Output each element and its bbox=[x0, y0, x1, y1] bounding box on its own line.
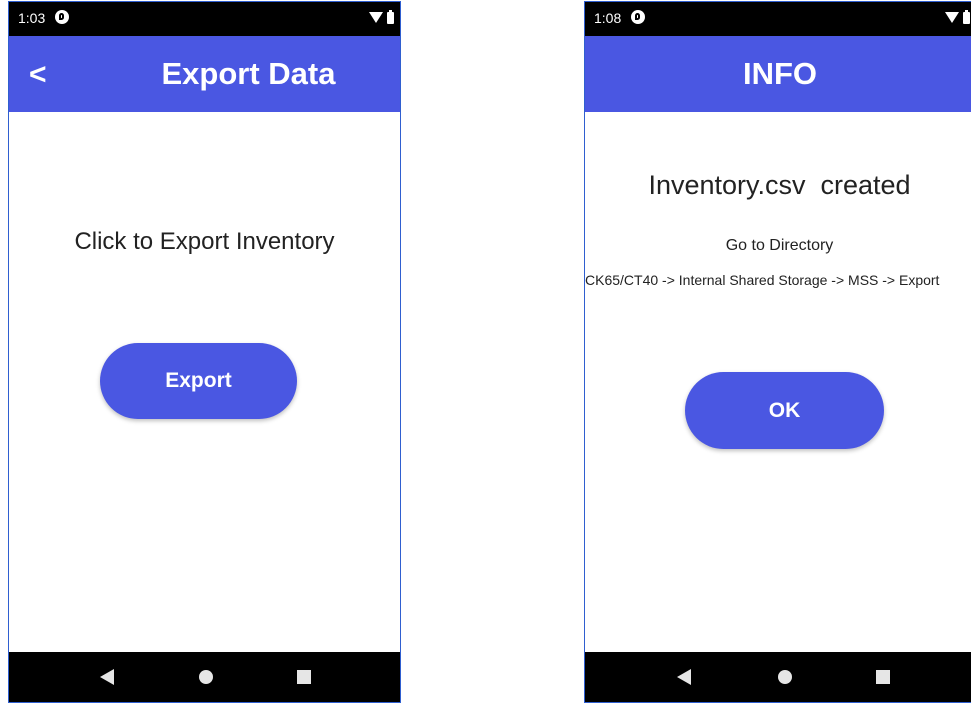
navigation-bar bbox=[9, 652, 400, 702]
status-time: 1:08 bbox=[594, 10, 622, 26]
wifi-icon bbox=[369, 12, 383, 23]
nav-back-icon[interactable] bbox=[677, 669, 691, 685]
status-icons bbox=[369, 10, 394, 26]
back-button[interactable]: < bbox=[29, 58, 47, 92]
nav-home-icon[interactable] bbox=[778, 670, 792, 684]
page-title: Export Data bbox=[161, 56, 336, 91]
nav-home-icon[interactable] bbox=[199, 670, 213, 684]
ok-button[interactable]: OK bbox=[685, 372, 884, 449]
nav-back-icon[interactable] bbox=[100, 669, 114, 685]
status-bar: 1:03 bbox=[9, 2, 400, 36]
battery-icon bbox=[963, 10, 970, 24]
nav-recents-icon[interactable] bbox=[297, 670, 311, 684]
export-prompt: Click to Export Inventory bbox=[74, 228, 335, 255]
app-bar: INFO bbox=[585, 36, 971, 112]
export-button[interactable]: Export bbox=[100, 343, 297, 419]
page-title: INFO bbox=[742, 56, 818, 91]
status-time: 1:03 bbox=[18, 10, 46, 26]
nav-recents-icon[interactable] bbox=[876, 670, 890, 684]
directory-path: CK65/CT40 -> Internal Shared Storage -> … bbox=[585, 272, 940, 288]
info-screen: 1:08 INFO Inventory.csv created Go to Di… bbox=[584, 1, 971, 703]
status-icons bbox=[945, 10, 970, 26]
export-data-screen: 1:03 < Export Data Click to Export Inven… bbox=[8, 1, 401, 703]
battery-icon bbox=[387, 10, 394, 24]
status-bar: 1:08 bbox=[585, 2, 971, 36]
directory-label: Go to Directory bbox=[725, 237, 834, 254]
wifi-icon bbox=[945, 12, 959, 23]
created-message: Inventory.csv created bbox=[648, 170, 911, 200]
notification-icon bbox=[55, 10, 69, 24]
notification-icon bbox=[631, 10, 645, 24]
navigation-bar bbox=[585, 652, 971, 702]
app-bar: < Export Data bbox=[9, 36, 400, 112]
